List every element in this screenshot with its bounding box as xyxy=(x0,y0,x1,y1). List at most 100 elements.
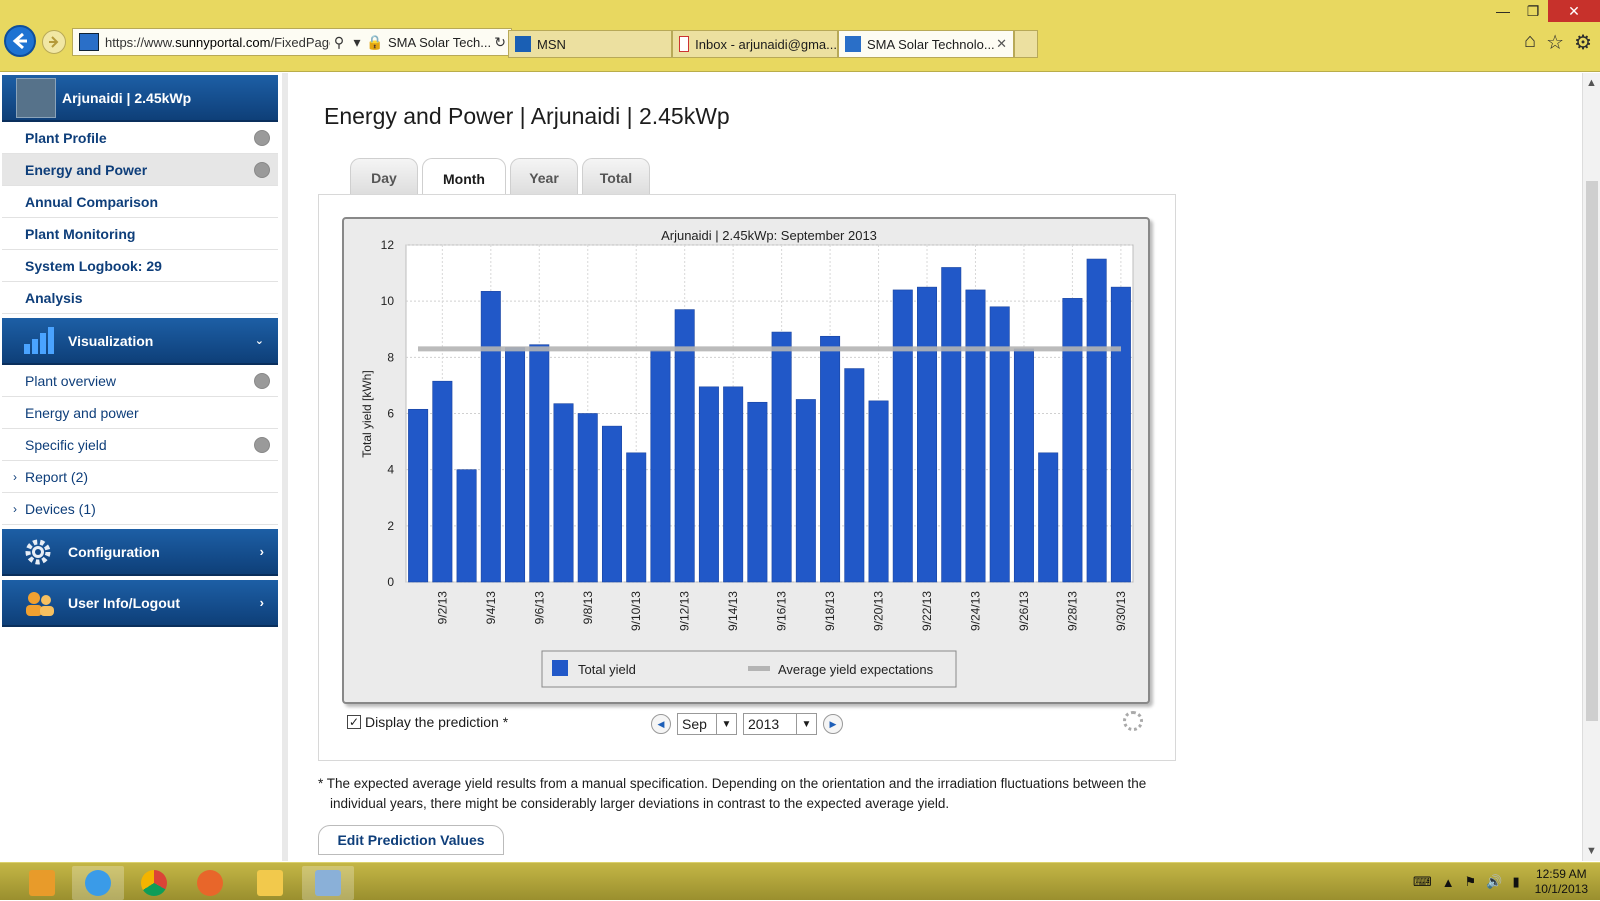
sidebar-item-report[interactable]: › Report (2) xyxy=(2,461,278,493)
browser-tools: ⌂ ☆ ⚙ xyxy=(1524,30,1592,55)
clock-date: 10/1/2013 xyxy=(1534,882,1588,896)
y-tick-label: 8 xyxy=(387,350,394,364)
show-hidden-icons-icon[interactable]: ▲ xyxy=(1442,875,1455,890)
volume-icon[interactable]: 🔊 xyxy=(1486,874,1502,890)
restore-icon[interactable]: ❐ xyxy=(1518,0,1548,22)
firefox-taskbar-icon[interactable] xyxy=(184,866,236,900)
chart-title: Arjunaidi | 2.45kWp: September 2013 xyxy=(661,228,877,243)
edit-prediction-values-button[interactable]: Edit Prediction Values xyxy=(318,825,504,855)
bar-total-yield xyxy=(480,291,501,583)
year-select[interactable]: 2013 ▼ xyxy=(743,713,817,735)
tab-total[interactable]: Total xyxy=(582,158,650,196)
bar-total-yield xyxy=(553,403,574,583)
previous-month-button[interactable]: ◀ xyxy=(651,714,671,734)
site-favicon-icon xyxy=(79,33,99,51)
lock-icon[interactable]: 🔒 xyxy=(366,34,384,51)
bar-total-yield xyxy=(1110,286,1131,583)
bar-total-yield xyxy=(795,399,816,583)
close-window-icon[interactable]: ✕ xyxy=(1548,0,1600,22)
globe-icon xyxy=(254,129,270,146)
network-icon[interactable]: ▮ xyxy=(1512,874,1519,890)
tab-inbox[interactable]: Inbox - arjunaidi@gma... xyxy=(672,30,838,58)
sma-icon xyxy=(845,36,861,52)
sidebar-item-specific-yield[interactable]: Specific yield xyxy=(2,429,278,461)
scroll-down-icon[interactable]: ▼ xyxy=(1586,845,1597,857)
sidebar-item-energy-and-power[interactable]: Energy and Power xyxy=(2,154,278,186)
month-select[interactable]: Sep ▼ xyxy=(677,713,737,735)
sidebar-item-system-logbook[interactable]: System Logbook: 29 xyxy=(2,250,278,282)
scroll-up-icon[interactable]: ▲ xyxy=(1586,77,1597,89)
window-controls: — ❐ ✕ xyxy=(1488,0,1600,22)
internet-explorer-taskbar-icon[interactable] xyxy=(72,866,124,900)
bar-total-yield xyxy=(868,400,889,583)
bar-total-yield xyxy=(408,408,429,583)
chrome-taskbar-icon[interactable] xyxy=(128,866,180,900)
keyboard-icon[interactable]: ⌨ xyxy=(1413,874,1432,890)
bar-total-yield xyxy=(892,289,913,583)
address-bar[interactable]: https://www.sunnyportal.com/FixedPage ⚲ … xyxy=(72,28,512,56)
scroll-thumb[interactable] xyxy=(1586,181,1598,721)
user-info-header[interactable]: User Info/Logout › xyxy=(2,580,278,627)
sidebar-item-analysis[interactable]: Analysis xyxy=(2,282,278,314)
bar-total-yield xyxy=(723,386,744,583)
x-tick-label: 9/16/13 xyxy=(775,591,789,631)
outlook-taskbar-icon[interactable] xyxy=(16,866,68,900)
page-scrollbar[interactable]: ▲ ▼ xyxy=(1582,73,1600,861)
tab-sma[interactable]: SMA Solar Technolo... ✕ xyxy=(838,30,1014,58)
tab-month[interactable]: Month xyxy=(422,158,506,198)
display-prediction-checkbox[interactable]: ✓ Display the prediction * xyxy=(347,714,508,730)
gmail-icon xyxy=(679,36,690,52)
plant-header[interactable]: Arjunaidi | 2.45kWp xyxy=(2,75,278,122)
clock[interactable]: 12:59 AM 10/1/2013 xyxy=(1535,867,1588,897)
tab-day[interactable]: Day xyxy=(350,158,418,196)
bar-total-yield xyxy=(1086,258,1107,583)
y-axis-label: Total yield [kWh] xyxy=(360,370,374,457)
address-url[interactable]: https://www.sunnyportal.com/FixedPage xyxy=(105,35,330,50)
tab-year[interactable]: Year xyxy=(510,158,578,196)
bar-total-yield xyxy=(650,350,671,583)
chevron-right-icon: › xyxy=(13,501,17,516)
chart-settings-gear-icon[interactable] xyxy=(1123,711,1143,731)
checkmark-icon: ✓ xyxy=(347,715,361,729)
remote-desktop-taskbar-icon[interactable] xyxy=(302,866,354,900)
y-tick-label: 10 xyxy=(381,294,395,308)
favorites-star-icon[interactable]: ☆ xyxy=(1546,30,1564,55)
sidebar-item-devices[interactable]: › Devices (1) xyxy=(2,493,278,525)
sidebar-item-energy-power[interactable]: Energy and power xyxy=(2,397,278,429)
dropdown-icon[interactable]: ▾ xyxy=(348,34,366,51)
settings-gear-icon[interactable]: ⚙ xyxy=(1574,30,1592,55)
refresh-icon[interactable]: ↻ xyxy=(491,34,509,51)
legend-swatch-total-yield xyxy=(552,660,568,676)
site-security-label[interactable]: SMA Solar Tech... xyxy=(388,35,491,50)
forward-button[interactable] xyxy=(42,30,66,54)
sidebar-item-plant-profile[interactable]: Plant Profile xyxy=(2,122,278,154)
bar-total-yield xyxy=(844,368,865,583)
x-tick-label: 9/24/13 xyxy=(968,591,982,631)
next-month-button[interactable]: ▶ xyxy=(823,714,843,734)
back-button[interactable] xyxy=(4,25,36,57)
date-navigator: ◀ Sep ▼ 2013 ▼ ▶ xyxy=(651,713,843,735)
users-icon xyxy=(26,591,54,616)
sidebar-item-plant-monitoring[interactable]: Plant Monitoring xyxy=(2,218,278,250)
file-explorer-taskbar-icon[interactable] xyxy=(244,866,296,900)
chevron-down-icon: ▼ xyxy=(716,714,736,734)
x-tick-label: 9/22/13 xyxy=(920,591,934,631)
chart-controls: ✓ Display the prediction * ◀ Sep ▼ 2013 ▼ … xyxy=(347,711,1157,735)
visualization-header[interactable]: Visualization ⌄ xyxy=(2,318,278,365)
x-tick-label: 9/8/13 xyxy=(581,591,595,625)
minimize-icon[interactable]: — xyxy=(1488,0,1518,22)
chevron-right-icon: › xyxy=(259,544,264,559)
sidebar-item-annual-comparison[interactable]: Annual Comparison xyxy=(2,186,278,218)
tab-label: Inbox - arjunaidi@gma... xyxy=(695,36,837,52)
search-icon[interactable]: ⚲ xyxy=(330,34,348,51)
gear-icon xyxy=(25,539,51,564)
new-tab-button[interactable] xyxy=(1014,30,1038,58)
tab-msn[interactable]: MSN xyxy=(508,30,672,58)
close-tab-icon[interactable]: ✕ xyxy=(996,36,1007,52)
home-icon[interactable]: ⌂ xyxy=(1524,30,1536,55)
action-center-flag-icon[interactable]: ⚑ xyxy=(1465,874,1477,890)
configuration-header[interactable]: Configuration › xyxy=(2,529,278,576)
y-tick-label: 6 xyxy=(387,407,394,421)
sidebar-item-plant-overview[interactable]: Plant overview xyxy=(2,365,278,397)
x-tick-label: 9/28/13 xyxy=(1065,591,1079,631)
